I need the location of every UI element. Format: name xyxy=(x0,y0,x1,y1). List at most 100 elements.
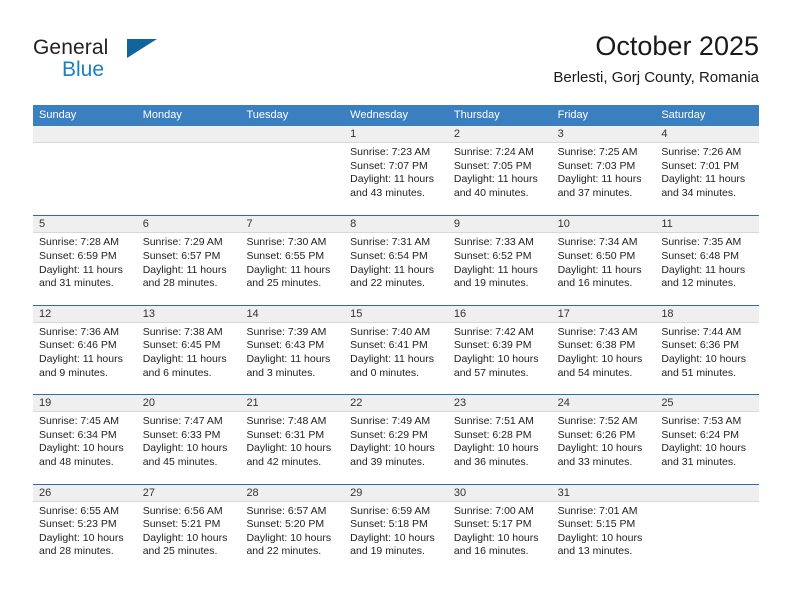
daylight-duration-line1: Daylight: 11 hours xyxy=(350,352,435,365)
day-number-band: 11 xyxy=(655,216,760,234)
sunset-time: Sunset: 6:57 PM xyxy=(142,249,221,262)
brand-logo[interactable]: General Blue xyxy=(33,36,213,86)
calendar-day-cell[interactable]: 30 Sunrise: 7:00 AM Sunset: 5:17 PM Dayligh… xyxy=(447,484,552,573)
calendar-week-row: 1 Sunrise: 7:23 AM Sunset: 7:07 PM Daylight… xyxy=(33,126,760,215)
day-details: Sunrise: 7:24 AM Sunset: 7:05 PM Daylight:… xyxy=(448,143,552,200)
sunrise-time: Sunrise: 7:31 AM xyxy=(350,236,431,249)
calendar-day-cell[interactable]: 17 Sunrise: 7:43 AM Sunset: 6:38 PM Dayligh… xyxy=(551,305,656,394)
day-details: Sunrise: 7:51 AM Sunset: 6:28 PM Daylight:… xyxy=(448,412,552,469)
calendar-day-cell[interactable]: 3 Sunrise: 7:25 AM Sunset: 7:03 PM Daylight… xyxy=(551,126,656,215)
day-number: 9 xyxy=(453,218,460,231)
calendar-day-cell[interactable]: 11 Sunrise: 7:35 AM Sunset: 6:48 PM Dayligh… xyxy=(655,216,760,304)
daylight-duration-line1: Daylight: 10 hours xyxy=(453,442,539,455)
sunset-time: Sunset: 6:24 PM xyxy=(661,428,739,441)
calendar-day-cell[interactable]: 18 Sunrise: 7:44 AM Sunset: 6:36 PM Dayligh… xyxy=(655,305,760,394)
sunrise-time: Sunrise: 7:42 AM xyxy=(453,325,534,338)
daylight-duration-line1: Daylight: 10 hours xyxy=(661,442,746,455)
calendar-day-cell[interactable]: 20 Sunrise: 7:47 AM Sunset: 6:33 PM Dayligh… xyxy=(136,395,241,483)
calendar-day-cell[interactable]: 14 Sunrise: 7:39 AM Sunset: 6:43 PM Dayligh… xyxy=(240,305,345,394)
calendar-day-cell[interactable]: 5 Sunrise: 7:28 AM Sunset: 6:59 PM Daylight… xyxy=(33,216,137,304)
calendar-day-cell[interactable]: 23 Sunrise: 7:51 AM Sunset: 6:28 PM Dayligh… xyxy=(447,395,552,483)
calendar-day-cell[interactable]: 27 Sunrise: 6:56 AM Sunset: 5:21 PM Dayligh… xyxy=(136,484,241,573)
day-number: 11 xyxy=(661,218,673,231)
day-number: 29 xyxy=(350,486,363,499)
day-details: Sunrise: 7:39 AM Sunset: 6:43 PM Daylight:… xyxy=(240,323,344,380)
day-number: 26 xyxy=(39,486,52,499)
day-number-band: 17 xyxy=(551,305,656,323)
day-number-band: 6 xyxy=(136,216,241,234)
day-number: 3 xyxy=(557,128,564,140)
daylight-duration-line1: Daylight: 10 hours xyxy=(557,442,643,455)
calendar-day-cell[interactable]: 10 Sunrise: 7:34 AM Sunset: 6:50 PM Dayligh… xyxy=(551,216,656,304)
sunrise-time: Sunrise: 7:39 AM xyxy=(246,325,327,338)
calendar-day-cell[interactable]: 2 Sunrise: 7:24 AM Sunset: 7:05 PM Daylight… xyxy=(447,126,552,215)
calendar-weeks: 1 Sunrise: 7:23 AM Sunset: 7:07 PM Daylight… xyxy=(33,126,760,573)
day-number-band: 13 xyxy=(136,305,241,323)
calendar-day-cell[interactable]: 15 Sunrise: 7:40 AM Sunset: 6:41 PM Dayligh… xyxy=(344,305,448,394)
calendar-day-cell[interactable]: 1 Sunrise: 7:23 AM Sunset: 7:07 PM Daylight… xyxy=(344,126,448,215)
daylight-duration-line1: Daylight: 11 hours xyxy=(557,263,642,276)
sunrise-time: Sunrise: 6:56 AM xyxy=(142,504,223,517)
day-number-band: 12 xyxy=(33,305,137,323)
calendar-day-cell[interactable]: 6 Sunrise: 7:29 AM Sunset: 6:57 PM Daylight… xyxy=(136,216,241,304)
day-number: 13 xyxy=(142,307,155,320)
calendar-day-cell[interactable]: 22 Sunrise: 7:49 AM Sunset: 6:29 PM Dayligh… xyxy=(344,395,448,483)
day-number: 10 xyxy=(557,218,570,231)
day-number: 4 xyxy=(661,128,668,140)
calendar-day-cell[interactable]: 16 Sunrise: 7:42 AM Sunset: 6:39 PM Dayligh… xyxy=(447,305,552,394)
daylight-duration-line1: Daylight: 11 hours xyxy=(661,173,746,186)
day-details: Sunrise: 7:45 AM Sunset: 6:34 PM Daylight:… xyxy=(33,412,137,469)
sunset-time: Sunset: 7:05 PM xyxy=(453,159,532,172)
daylight-duration-line1: Daylight: 11 hours xyxy=(39,263,123,276)
day-details: Sunrise: 7:28 AM Sunset: 6:59 PM Daylight:… xyxy=(33,233,137,290)
day-number-band: 15 xyxy=(344,305,448,323)
calendar-day-cell[interactable]: 7 Sunrise: 7:30 AM Sunset: 6:55 PM Daylight… xyxy=(240,216,345,304)
day-number-band: 10 xyxy=(551,216,656,234)
calendar-day-cell[interactable]: 8 Sunrise: 7:31 AM Sunset: 6:54 PM Daylight… xyxy=(344,216,448,304)
day-number: 25 xyxy=(661,397,674,410)
triangle-logo-icon xyxy=(127,39,157,58)
brand-name-general: General xyxy=(33,36,109,59)
day-number: 2 xyxy=(453,128,460,140)
sunset-time: Sunset: 6:52 PM xyxy=(453,249,532,262)
sunrise-time: Sunrise: 6:57 AM xyxy=(246,504,327,517)
sunset-time: Sunset: 6:43 PM xyxy=(246,339,325,352)
daylight-duration-line2: and 36 minutes. xyxy=(453,455,529,468)
sunset-time: Sunset: 6:48 PM xyxy=(661,249,739,262)
day-number: 19 xyxy=(39,397,52,410)
calendar-day-cell[interactable]: 24 Sunrise: 7:52 AM Sunset: 6:26 PM Dayligh… xyxy=(551,395,656,483)
sunrise-time: Sunrise: 7:33 AM xyxy=(453,236,534,249)
calendar-day-cell[interactable]: 4 Sunrise: 7:26 AM Sunset: 7:01 PM Daylight… xyxy=(655,126,760,215)
day-number: 7 xyxy=(246,218,253,231)
daylight-duration-line2: and 45 minutes. xyxy=(142,455,218,468)
day-details: Sunrise: 7:31 AM Sunset: 6:54 PM Daylight:… xyxy=(344,233,448,290)
daylight-duration-line2: and 16 minutes. xyxy=(453,545,529,558)
sunrise-time: Sunrise: 7:43 AM xyxy=(557,325,638,338)
calendar-page: General Blue October 2025 Berlesti, Gorj… xyxy=(0,0,792,612)
sunrise-time: Sunrise: 7:01 AM xyxy=(557,504,638,517)
calendar-day-cell[interactable]: 12 Sunrise: 7:36 AM Sunset: 6:46 PM Dayligh… xyxy=(33,305,137,394)
day-number-band: 24 xyxy=(551,395,656,413)
calendar-day-cell[interactable]: 19 Sunrise: 7:45 AM Sunset: 6:34 PM Dayligh… xyxy=(33,395,137,483)
calendar-day-cell[interactable]: 25 Sunrise: 7:53 AM Sunset: 6:24 PM Dayligh… xyxy=(655,395,760,483)
daylight-duration-line1: Daylight: 11 hours xyxy=(246,352,331,365)
calendar-day-cell[interactable]: 21 Sunrise: 7:48 AM Sunset: 6:31 PM Dayligh… xyxy=(240,395,345,483)
weekday-header-saturday: Saturday xyxy=(661,109,706,121)
calendar-day-cell[interactable]: 26 Sunrise: 6:55 AM Sunset: 5:23 PM Dayligh… xyxy=(33,484,137,573)
calendar-day-cell[interactable]: 13 Sunrise: 7:38 AM Sunset: 6:45 PM Dayligh… xyxy=(136,305,241,394)
calendar-day-cell[interactable]: 31 Sunrise: 7:01 AM Sunset: 5:15 PM Dayligh… xyxy=(551,484,656,573)
day-details: Sunrise: 7:00 AM Sunset: 5:17 PM Daylight:… xyxy=(448,502,552,559)
sunset-time: Sunset: 5:20 PM xyxy=(246,518,325,531)
weekday-header-monday: Monday xyxy=(142,109,182,121)
daylight-duration-line2: and 51 minutes. xyxy=(661,366,737,379)
calendar-day-cell[interactable]: 29 Sunrise: 6:59 AM Sunset: 5:18 PM Dayligh… xyxy=(344,484,448,573)
daylight-duration-line1: Daylight: 10 hours xyxy=(350,442,435,455)
day-number-band xyxy=(655,484,760,502)
sunset-time: Sunset: 5:23 PM xyxy=(39,518,117,531)
daylight-duration-line1: Daylight: 10 hours xyxy=(246,442,332,455)
calendar-day-cell[interactable]: 28 Sunrise: 6:57 AM Sunset: 5:20 PM Dayligh… xyxy=(240,484,345,573)
sunrise-time: Sunrise: 7:36 AM xyxy=(39,325,119,338)
day-number: 8 xyxy=(350,218,357,231)
day-number-band: 18 xyxy=(655,305,760,323)
calendar-day-cell[interactable]: 9 Sunrise: 7:33 AM Sunset: 6:52 PM Daylight… xyxy=(447,216,552,304)
